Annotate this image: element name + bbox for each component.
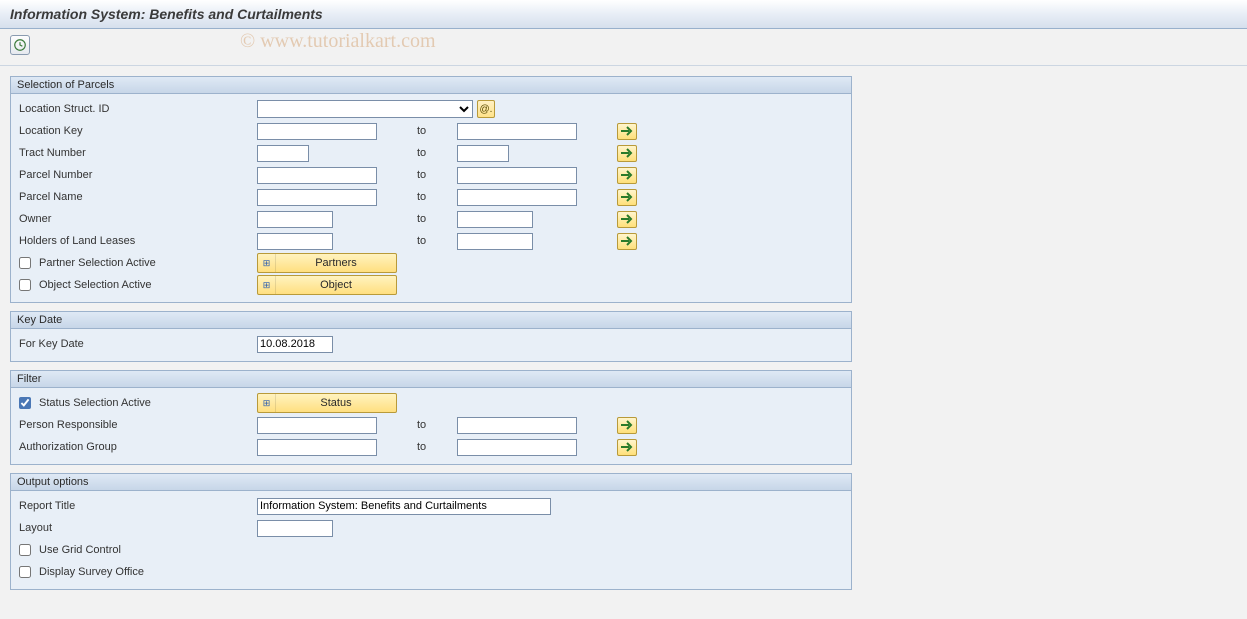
- parcel-name-multi-button[interactable]: [617, 189, 637, 206]
- label-person-responsible: Person Responsible: [17, 419, 257, 431]
- location-struct-id-select[interactable]: [257, 100, 473, 118]
- person-responsible-multi-button[interactable]: [617, 417, 637, 434]
- group-title: Output options: [11, 474, 851, 491]
- to-label: to: [417, 125, 457, 137]
- to-label: to: [417, 235, 457, 247]
- execute-button[interactable]: [10, 35, 30, 55]
- person-responsible-from-input[interactable]: [257, 417, 377, 434]
- label-holders: Holders of Land Leases: [17, 235, 257, 247]
- parcel-number-multi-button[interactable]: [617, 167, 637, 184]
- parcel-name-from-input[interactable]: [257, 189, 377, 206]
- group-selection-of-parcels: Selection of Parcels Location Struct. ID…: [10, 76, 852, 303]
- label-tract-number: Tract Number: [17, 147, 257, 159]
- parcel-name-to-input[interactable]: [457, 189, 577, 206]
- arrow-right-icon: [621, 420, 633, 430]
- location-struct-id-help-button[interactable]: @.: [477, 100, 495, 118]
- label-status-selection: Status Selection Active: [39, 397, 151, 409]
- to-label: to: [417, 441, 457, 453]
- tract-number-to-input[interactable]: [457, 145, 509, 162]
- tract-number-multi-button[interactable]: [617, 145, 637, 162]
- holders-multi-button[interactable]: [617, 233, 637, 250]
- group-output-options: Output options Report Title Layout Use G…: [10, 473, 852, 590]
- label-parcel-name: Parcel Name: [17, 191, 257, 203]
- label-location-struct-id: Location Struct. ID: [17, 103, 257, 115]
- label-display-survey: Display Survey Office: [39, 566, 144, 578]
- owner-from-input[interactable]: [257, 211, 333, 228]
- clock-icon: [13, 38, 27, 52]
- arrow-right-icon: [621, 236, 633, 246]
- holders-to-input[interactable]: [457, 233, 533, 250]
- object-selection-checkbox[interactable]: [19, 279, 31, 291]
- label-location-key: Location Key: [17, 125, 257, 137]
- label-for-key-date: For Key Date: [17, 338, 257, 350]
- label-owner: Owner: [17, 213, 257, 225]
- for-key-date-input[interactable]: [257, 336, 333, 353]
- to-label: to: [417, 169, 457, 181]
- to-label: to: [417, 419, 457, 431]
- location-key-to-input[interactable]: [457, 123, 577, 140]
- holders-from-input[interactable]: [257, 233, 333, 250]
- label-object-selection: Object Selection Active: [39, 279, 152, 291]
- arrow-right-icon: [621, 214, 633, 224]
- owner-to-input[interactable]: [457, 211, 533, 228]
- label-report-title: Report Title: [17, 500, 257, 512]
- owner-multi-button[interactable]: [617, 211, 637, 228]
- group-title: Key Date: [11, 312, 851, 329]
- report-title-input[interactable]: [257, 498, 551, 515]
- arrow-right-icon: [621, 192, 633, 202]
- arrow-right-icon: [621, 126, 633, 136]
- expand-icon: ⊞: [258, 254, 276, 272]
- layout-input[interactable]: [257, 520, 333, 537]
- status-selection-checkbox[interactable]: [19, 397, 31, 409]
- use-grid-checkbox[interactable]: [19, 544, 31, 556]
- display-survey-checkbox[interactable]: [19, 566, 31, 578]
- arrow-right-icon: [621, 442, 633, 452]
- object-button[interactable]: ⊞ Object: [257, 275, 397, 295]
- tract-number-from-input[interactable]: [257, 145, 309, 162]
- to-label: to: [417, 213, 457, 225]
- label-use-grid: Use Grid Control: [39, 544, 121, 556]
- location-key-multi-button[interactable]: [617, 123, 637, 140]
- group-title: Filter: [11, 371, 851, 388]
- parcel-number-to-input[interactable]: [457, 167, 577, 184]
- to-label: to: [417, 191, 457, 203]
- auth-group-multi-button[interactable]: [617, 439, 637, 456]
- parcel-number-from-input[interactable]: [257, 167, 377, 184]
- location-key-from-input[interactable]: [257, 123, 377, 140]
- partner-selection-checkbox[interactable]: [19, 257, 31, 269]
- group-title: Selection of Parcels: [11, 77, 851, 94]
- auth-group-to-input[interactable]: [457, 439, 577, 456]
- toolbar: [0, 29, 1247, 66]
- arrow-right-icon: [621, 148, 633, 158]
- expand-icon: ⊞: [258, 276, 276, 294]
- person-responsible-to-input[interactable]: [457, 417, 577, 434]
- status-button[interactable]: ⊞ Status: [257, 393, 397, 413]
- group-filter: Filter Status Selection Active ⊞ Status …: [10, 370, 852, 465]
- arrow-right-icon: [621, 170, 633, 180]
- label-partner-selection: Partner Selection Active: [39, 257, 156, 269]
- label-auth-group: Authorization Group: [17, 441, 257, 453]
- group-key-date: Key Date For Key Date: [10, 311, 852, 362]
- label-layout: Layout: [17, 522, 257, 534]
- label-parcel-number: Parcel Number: [17, 169, 257, 181]
- auth-group-from-input[interactable]: [257, 439, 377, 456]
- to-label: to: [417, 147, 457, 159]
- expand-icon: ⊞: [258, 394, 276, 412]
- page-title: Information System: Benefits and Curtail…: [0, 0, 1247, 29]
- partners-button[interactable]: ⊞ Partners: [257, 253, 397, 273]
